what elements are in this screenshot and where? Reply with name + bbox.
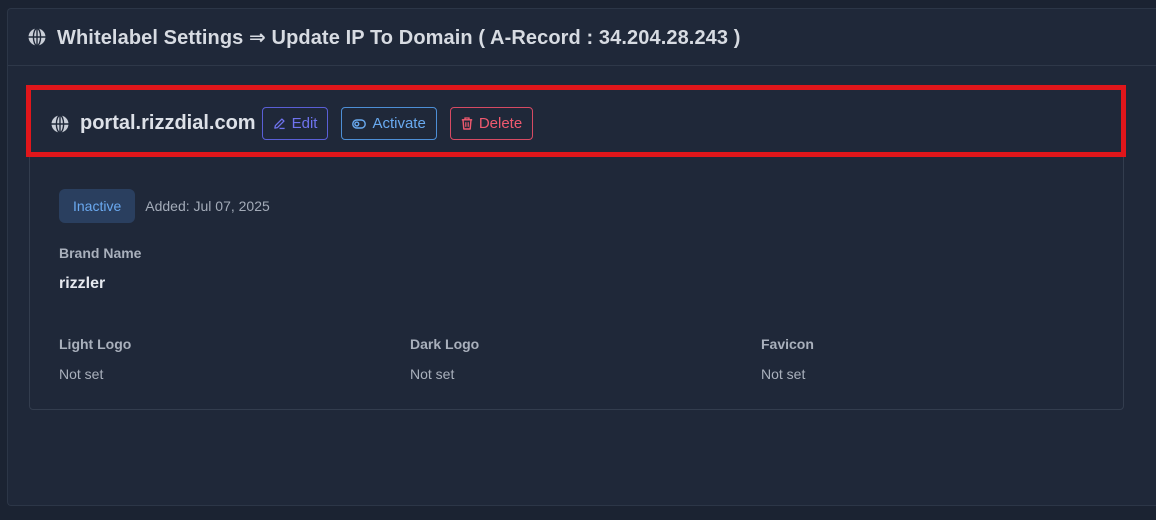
delete-button-label: Delete — [478, 115, 523, 132]
dark-logo-label: Dark Logo — [410, 336, 480, 352]
dark-logo-value: Not set — [410, 366, 455, 382]
favicon-field: Favicon Not set — [761, 336, 1112, 382]
domain-name: portal.rizzdial.com — [80, 112, 256, 134]
page-title: Whitelabel Settings ⇒ Update IP To Domai… — [57, 26, 741, 49]
domain-details: Inactive Added: Jul 07, 2025 Brand Name … — [30, 158, 1123, 382]
added-date: Added: Jul 07, 2025 — [145, 198, 270, 214]
pencil-icon — [273, 118, 285, 130]
favicon-label: Favicon — [761, 336, 814, 352]
light-logo-field: Light Logo Not set — [59, 336, 410, 382]
edit-button-label: Edit — [291, 115, 318, 132]
favicon-value: Not set — [761, 366, 806, 382]
status-badge: Inactive — [59, 189, 136, 223]
toggle-icon — [352, 118, 367, 129]
brand-name-value: rizzler — [59, 275, 106, 292]
logos-section: Light Logo Not set Dark Logo Not set Fav… — [59, 336, 1123, 382]
domain-header: portal.rizzdial.com Edit Activate Delete — [30, 89, 1123, 158]
globe-icon — [50, 114, 70, 134]
brand-name-label: Brand Name — [59, 245, 142, 261]
activate-button[interactable]: Activate — [341, 107, 437, 140]
brand-name-section: Brand Name rizzler — [59, 245, 1123, 293]
trash-icon — [461, 117, 473, 130]
light-logo-value: Not set — [59, 366, 104, 382]
activate-button-label: Activate — [372, 115, 426, 132]
light-logo-label: Light Logo — [59, 336, 132, 352]
delete-button[interactable]: Delete — [449, 107, 534, 140]
status-row: Inactive Added: Jul 07, 2025 — [59, 189, 1123, 223]
edit-button[interactable]: Edit — [261, 107, 329, 140]
globe-icon — [27, 27, 47, 47]
domain-card: portal.rizzdial.com Edit Activate Delete… — [29, 88, 1124, 410]
dark-logo-field: Dark Logo Not set — [410, 336, 761, 382]
panel-header: Whitelabel Settings ⇒ Update IP To Domai… — [8, 9, 1156, 66]
